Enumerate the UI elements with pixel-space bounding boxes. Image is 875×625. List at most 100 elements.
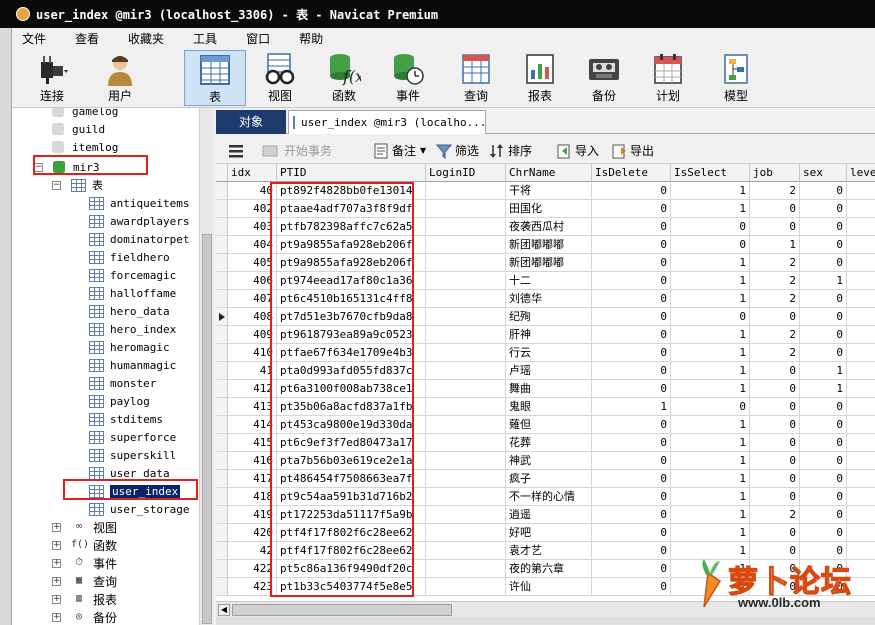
cell-sex[interactable]: 0 xyxy=(800,524,847,542)
cell-sex[interactable]: 0 xyxy=(800,452,847,470)
cell-ptid[interactable]: pt1b33c5403774f5e8e5 xyxy=(277,578,426,596)
column-header-sex[interactable]: sex xyxy=(800,164,847,182)
note-button[interactable]: 备注 ▼ xyxy=(374,142,426,160)
table-row[interactable]: 414 pt453ca9800e19d330da 薙但 0 1 0 0 xyxy=(216,416,875,434)
cell-ptid[interactable]: pt974eead17af80c1a36 xyxy=(277,272,426,290)
tree-table-humanmagic[interactable]: humanmagic xyxy=(89,356,176,374)
cell-loginid[interactable] xyxy=(426,542,506,560)
tree-tables-group[interactable]: − 表 xyxy=(52,176,103,194)
row-header[interactable] xyxy=(216,254,228,272)
cell-loginid[interactable] xyxy=(426,488,506,506)
cell-idx[interactable]: 416 xyxy=(228,452,277,470)
cell-job[interactable]: 2 xyxy=(750,272,800,290)
cell-loginid[interactable] xyxy=(426,254,506,272)
cell-job[interactable]: 0 xyxy=(750,416,800,434)
expand-icon[interactable]: + xyxy=(52,558,61,568)
cell-ptid[interactable]: ptaae4adf707a3f8f9df xyxy=(277,200,426,218)
cell-chrname[interactable]: 花葬 xyxy=(506,434,592,452)
menu-item[interactable]: 帮助 xyxy=(289,30,333,47)
row-header[interactable] xyxy=(216,452,228,470)
cell-loginid[interactable] xyxy=(426,578,506,596)
column-header-idx[interactable]: idx xyxy=(228,164,277,182)
table-row[interactable]: 407 pt6c4510b165131c4ff8 刘德华 0 1 2 0 xyxy=(216,290,875,308)
cell-isselect[interactable]: 1 xyxy=(671,344,750,362)
cell-sex[interactable]: 0 xyxy=(800,344,847,362)
expand-icon[interactable]: + xyxy=(52,540,61,550)
cell-leve[interactable] xyxy=(847,434,875,452)
current-row-indicator-icon[interactable] xyxy=(216,308,228,326)
expand-icon[interactable]: + xyxy=(52,594,61,604)
model-button[interactable]: 模型 xyxy=(706,50,766,106)
cell-job[interactable]: 0 xyxy=(750,308,800,326)
schedule-button[interactable]: 计划 xyxy=(640,50,696,106)
cell-isselect[interactable]: 0 xyxy=(671,308,750,326)
cell-chrname[interactable]: 神武 xyxy=(506,452,592,470)
cell-ptid[interactable]: pt172253da51117f5a9b xyxy=(277,506,426,524)
menu-item[interactable]: 查看 xyxy=(65,30,109,47)
cell-isdelete[interactable]: 0 xyxy=(592,434,671,452)
collapse-icon[interactable]: − xyxy=(34,162,43,172)
row-header[interactable] xyxy=(216,506,228,524)
cell-isselect[interactable]: 1 xyxy=(671,272,750,290)
table-row[interactable]: 412 pt6a3100f008ab738ce1 舞曲 0 1 0 1 xyxy=(216,380,875,398)
tree-database[interactable]: itemlog xyxy=(52,138,118,156)
cell-isselect[interactable]: 1 xyxy=(671,506,750,524)
cell-isselect[interactable]: 1 xyxy=(671,524,750,542)
cell-chrname[interactable]: 卢瑶 xyxy=(506,362,592,380)
tree-table-antiqueitems[interactable]: antiqueitems xyxy=(89,194,189,212)
cell-chrname[interactable]: 不一样的心情 xyxy=(506,488,592,506)
cell-leve[interactable] xyxy=(847,308,875,326)
cell-isdelete[interactable]: 0 xyxy=(592,380,671,398)
table-row[interactable]: 40 pt892f4828bb0fe13014 干将 0 1 2 0 xyxy=(216,182,875,200)
cell-idx[interactable]: 407 xyxy=(228,290,277,308)
row-header[interactable] xyxy=(216,488,228,506)
cell-loginid[interactable] xyxy=(426,524,506,542)
cell-leve[interactable] xyxy=(847,290,875,308)
cell-ptid[interactable]: pt6a3100f008ab738ce1 xyxy=(277,380,426,398)
tree-group[interactable]: + ▦ 查询 xyxy=(52,572,117,590)
row-header[interactable] xyxy=(216,434,228,452)
row-header[interactable] xyxy=(216,326,228,344)
cell-chrname[interactable]: 肝神 xyxy=(506,326,592,344)
object-tree[interactable]: gamelog guild itemlog − mir3− 表 antiqueitems aw… xyxy=(12,108,213,625)
cell-leve[interactable] xyxy=(847,218,875,236)
tree-table-user-data[interactable]: user_data xyxy=(89,464,170,482)
cell-isselect[interactable]: 1 xyxy=(671,488,750,506)
cell-leve[interactable] xyxy=(847,470,875,488)
cell-chrname[interactable]: 疯子 xyxy=(506,470,592,488)
cell-leve[interactable] xyxy=(847,398,875,416)
cell-loginid[interactable] xyxy=(426,452,506,470)
cell-idx[interactable]: 409 xyxy=(228,326,277,344)
cell-loginid[interactable] xyxy=(426,218,506,236)
column-header-loginid[interactable]: LoginID xyxy=(426,164,506,182)
column-header-isdelete[interactable]: IsDelete xyxy=(592,164,671,182)
tree-database-mir3[interactable]: − mir3 xyxy=(34,158,100,176)
row-header[interactable] xyxy=(216,542,228,560)
cell-job[interactable]: 2 xyxy=(750,182,800,200)
hamburger-menu-icon[interactable] xyxy=(228,142,244,160)
cell-isselect[interactable]: 1 xyxy=(671,290,750,308)
scroll-left-arrow-icon[interactable]: ◀ xyxy=(218,604,230,616)
cell-idx[interactable]: 415 xyxy=(228,434,277,452)
expand-icon[interactable]: + xyxy=(52,522,61,532)
cell-job[interactable]: 2 xyxy=(750,326,800,344)
cell-job[interactable]: 0 xyxy=(750,380,800,398)
table-row[interactable]: 408 pt7d51e3b7670cfb9da8 纪殉 0 0 0 0 xyxy=(216,308,875,326)
cell-chrname[interactable]: 夜袭西瓜村 xyxy=(506,218,592,236)
tree-scroll-thumb[interactable] xyxy=(202,234,212,624)
cell-loginid[interactable] xyxy=(426,416,506,434)
cell-job[interactable]: 0 xyxy=(750,200,800,218)
cell-sex[interactable]: 0 xyxy=(800,218,847,236)
cell-idx[interactable]: 412 xyxy=(228,380,277,398)
function-button[interactable]: f(x) 函数 xyxy=(316,50,372,106)
cell-ptid[interactable]: pt486454f7508663ea7f xyxy=(277,470,426,488)
tree-group[interactable]: + ⏱ 事件 xyxy=(52,554,117,572)
menu-item[interactable]: 文件 xyxy=(12,30,56,47)
tree-table-user-index[interactable]: user_index xyxy=(89,482,181,500)
column-header-chrname[interactable]: ChrName xyxy=(506,164,592,182)
cell-job[interactable]: 2 xyxy=(750,506,800,524)
cell-leve[interactable] xyxy=(847,488,875,506)
tree-table-dominatorpet[interactable]: dominatorpet xyxy=(89,230,189,248)
cell-ptid[interactable]: pta7b56b03e619ce2e1a xyxy=(277,452,426,470)
cell-loginid[interactable] xyxy=(426,236,506,254)
